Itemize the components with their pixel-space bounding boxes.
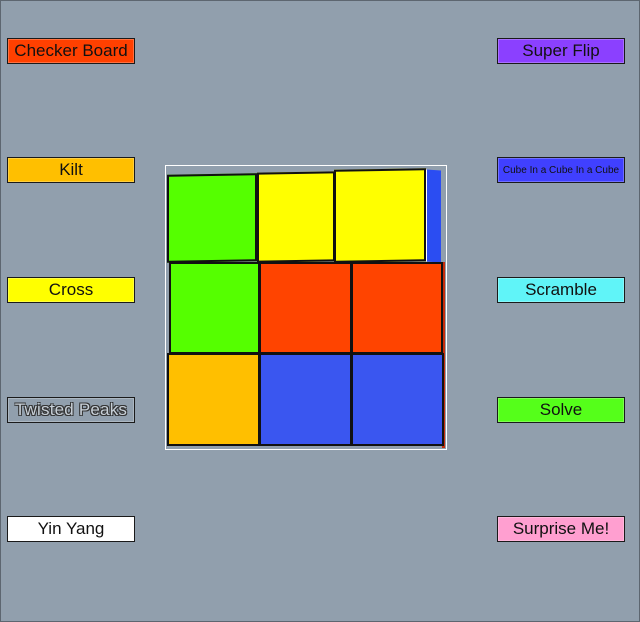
checker-board-button[interactable]: Checker Board	[7, 38, 135, 64]
scramble-button[interactable]: Scramble	[497, 277, 625, 303]
surprise-me-button[interactable]: Surprise Me!	[497, 516, 625, 542]
cube-in-a-cube-button[interactable]: Cube In a Cube In a Cube	[497, 157, 625, 183]
cross-button[interactable]: Cross	[7, 277, 135, 303]
solve-button[interactable]: Solve	[497, 397, 625, 423]
cube-side-face	[426, 169, 441, 263]
cube-sticker	[257, 171, 335, 263]
yin-yang-button[interactable]: Yin Yang	[7, 516, 135, 542]
kilt-button[interactable]: Kilt	[7, 157, 135, 183]
cube-sticker	[259, 262, 352, 354]
cube-sticker	[334, 168, 426, 263]
cube-sticker	[351, 353, 444, 446]
cube-sticker	[259, 353, 352, 446]
twisted-peaks-button[interactable]: Twisted Peaks	[7, 397, 135, 423]
cube-sticker	[167, 353, 260, 446]
cube-sticker	[167, 173, 257, 263]
cube-sticker	[169, 262, 260, 354]
super-flip-button[interactable]: Super Flip	[497, 38, 625, 64]
cube-sticker	[351, 262, 443, 354]
